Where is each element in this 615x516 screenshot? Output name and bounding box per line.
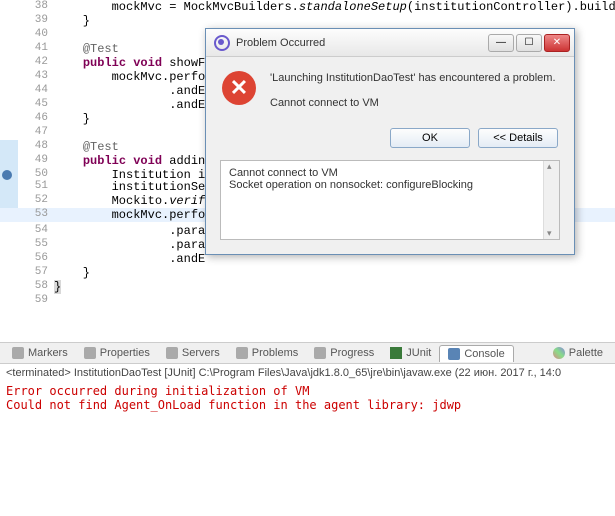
code-line[interactable]: @Test: [54, 42, 119, 56]
tab-console[interactable]: Console: [439, 345, 513, 362]
detail-line: Cannot connect to VM: [229, 167, 551, 179]
tab-label: Problems: [252, 347, 298, 359]
line-number: 52: [18, 194, 48, 206]
line-number: 46: [18, 112, 48, 124]
minimize-button[interactable]: —: [488, 34, 514, 52]
tab-label: JUnit: [406, 347, 431, 359]
line-number: 44: [18, 84, 48, 96]
code-line[interactable]: }: [54, 280, 61, 294]
tab-label: Progress: [330, 347, 374, 359]
line-number: 43: [18, 70, 48, 82]
tab-markers[interactable]: Markers: [4, 345, 76, 361]
line-number: 38: [18, 0, 48, 12]
tab-label: Markers: [28, 347, 68, 359]
tab-progress[interactable]: Progress: [306, 345, 382, 361]
code-line[interactable]: .andE: [54, 84, 205, 98]
line-number: 40: [18, 28, 48, 40]
code-line[interactable]: Mockito.verif: [54, 194, 205, 208]
error-message: 'Launching InstitutionDaoTest' has encou…: [270, 71, 558, 86]
code-line[interactable]: mockMvc = MockMvcBuilders.standaloneSetu…: [54, 0, 615, 14]
progress-icon: [314, 347, 326, 359]
problems-icon: [236, 347, 248, 359]
console-process-label: <terminated> InstitutionDaoTest [JUnit] …: [0, 364, 615, 382]
code-line[interactable]: }: [54, 266, 90, 280]
error-dialog: Problem Occurred — ☐ ✕ ✕ 'Launching Inst…: [205, 28, 575, 255]
line-number: 42: [18, 56, 48, 68]
ok-button[interactable]: OK: [390, 128, 470, 148]
code-line[interactable]: institutionSe: [54, 180, 205, 194]
tab-label: Palette: [569, 347, 603, 359]
tab-problems[interactable]: Problems: [228, 345, 306, 361]
scrollbar[interactable]: [543, 161, 559, 239]
junit-icon: [390, 347, 402, 359]
tab-label: Servers: [182, 347, 220, 359]
markers-icon: [12, 347, 24, 359]
servers-icon: [166, 347, 178, 359]
code-line[interactable]: @Test: [54, 140, 119, 154]
code-line[interactable]: public void adding: [54, 154, 212, 168]
line-number: 50: [18, 168, 48, 180]
line-number: 54: [18, 224, 48, 236]
line-number: 57: [18, 266, 48, 278]
tab-properties[interactable]: Properties: [76, 345, 158, 361]
tab-servers[interactable]: Servers: [158, 345, 228, 361]
line-number: 58: [18, 280, 48, 292]
error-details-panel[interactable]: Cannot connect to VM Socket operation on…: [220, 160, 560, 240]
console-output[interactable]: Error occurred during initialization of …: [0, 382, 615, 414]
error-icon: ✕: [222, 71, 256, 105]
console-icon: [448, 348, 460, 360]
line-number: 39: [18, 14, 48, 26]
tab-palette[interactable]: Palette: [545, 345, 611, 361]
dialog-body: ✕ 'Launching InstitutionDaoTest' has enc…: [206, 57, 574, 122]
line-number: 45: [18, 98, 48, 110]
properties-icon: [84, 347, 96, 359]
tab-label: Properties: [100, 347, 150, 359]
line-number: 41: [18, 42, 48, 54]
dialog-title: Problem Occurred: [236, 37, 488, 49]
line-number: 51: [18, 180, 48, 192]
line-number: 59: [18, 294, 48, 306]
dialog-titlebar[interactable]: Problem Occurred — ☐ ✕: [206, 29, 574, 57]
window-controls: — ☐ ✕: [488, 34, 570, 52]
code-line[interactable]: }: [54, 14, 90, 28]
tab-label: Console: [464, 348, 504, 360]
tab-junit[interactable]: JUnit: [382, 345, 439, 361]
line-number: 56: [18, 252, 48, 264]
code-line[interactable]: .andE: [54, 98, 205, 112]
breakpoint-marker[interactable]: [0, 168, 18, 182]
close-button[interactable]: ✕: [544, 34, 570, 52]
console-line: Error occurred during initialization of …: [6, 384, 609, 398]
maximize-button[interactable]: ☐: [516, 34, 542, 52]
line-number: 48: [18, 140, 48, 152]
error-submessage: Cannot connect to VM: [270, 96, 558, 111]
palette-icon: [553, 347, 565, 359]
code-line[interactable]: }: [54, 112, 90, 126]
line-number: 49: [18, 154, 48, 166]
code-line[interactable]: public void showF: [54, 56, 205, 70]
line-number: 53: [18, 208, 48, 220]
details-button[interactable]: << Details: [478, 128, 558, 148]
views-tabbar: Markers Properties Servers Problems Prog…: [0, 342, 615, 364]
dialog-button-row: OK << Details: [206, 122, 574, 160]
code-line[interactable]: mockMvc.perfo: [54, 70, 205, 84]
console-line: Could not find Agent_OnLoad function in …: [6, 398, 609, 412]
line-number: 55: [18, 238, 48, 250]
line-number: 47: [18, 126, 48, 138]
detail-line: Socket operation on nonsocket: configure…: [229, 179, 551, 191]
eclipse-icon: [214, 35, 230, 51]
